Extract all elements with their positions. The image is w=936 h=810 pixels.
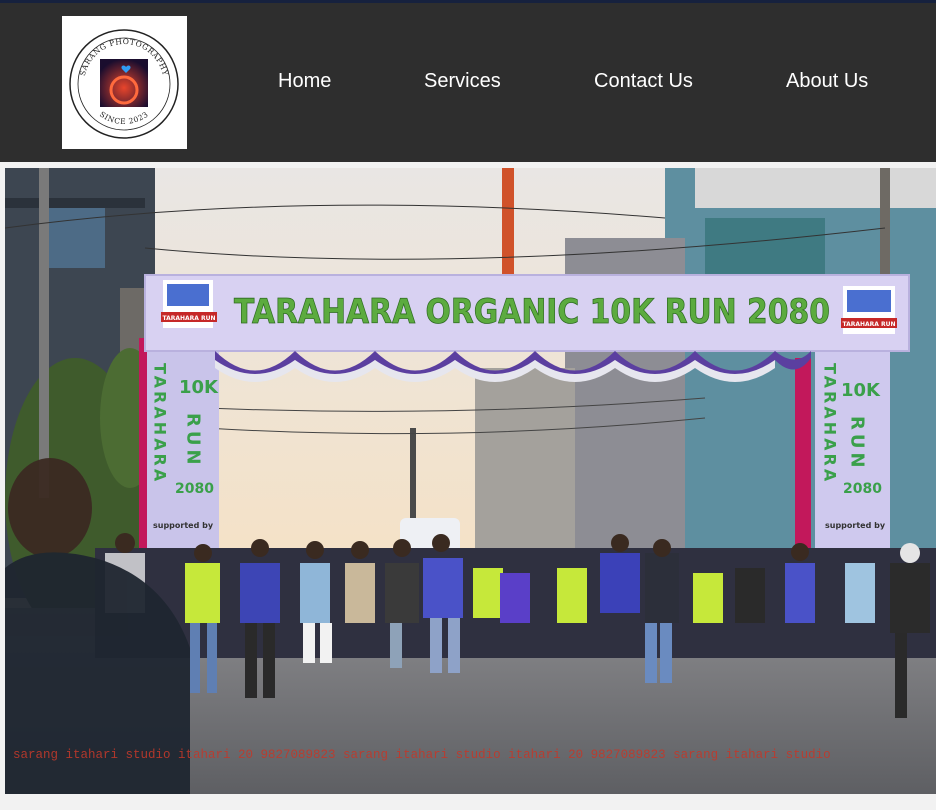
site-header: SARANG PHOTOGRAPHY SINCE 2023 Home Servi… [0,3,936,162]
left-pillar-year: 2080 [175,481,214,497]
arch-banner-title: TARAHARA ORGANIC 10K RUN 2080 [234,292,830,332]
right-pillar-supported: supported by [825,521,886,530]
nav-home-link[interactable]: Home [278,69,331,93]
right-pillar-vertical-text: TARAHARA [821,363,840,484]
nav-services-link[interactable]: Services [424,69,501,93]
left-pillar-vertical-text: TARAHARA [151,363,170,484]
hero-photo: TARAHARA 10K RUN 2080 supported by TARAH… [5,168,936,794]
svg-text:TARAHARA RUN: TARAHARA RUN [842,321,895,328]
right-pillar-run: RUN [847,416,868,472]
nav-contact-link[interactable]: Contact Us [594,69,693,93]
left-pillar-10k: 10K [179,377,219,398]
site-logo[interactable]: SARANG PHOTOGRAPHY SINCE 2023 [62,16,187,149]
logo-bottom-text: SINCE 2023 [98,110,150,126]
right-pillar-10k: 10K [841,380,881,401]
nav-about-link[interactable]: About Us [786,69,868,93]
arch-banner-logo-left: TARAHARA RUN [161,280,217,328]
right-pillar-year: 2080 [843,481,882,497]
logo-emblem: SARANG PHOTOGRAPHY SINCE 2023 [69,29,179,139]
left-pillar-run: RUN [183,413,204,469]
race-start-photo: TARAHARA 10K RUN 2080 supported by TARAH… [5,168,936,794]
svg-text:TARAHARA RUN: TARAHARA RUN [162,315,215,322]
left-pillar-supported: supported by [153,521,214,530]
photo-watermark: sarang itahari studio itahari 20 9827089… [13,748,831,762]
arch-banner-logo-right: TARAHARA RUN [841,286,897,334]
